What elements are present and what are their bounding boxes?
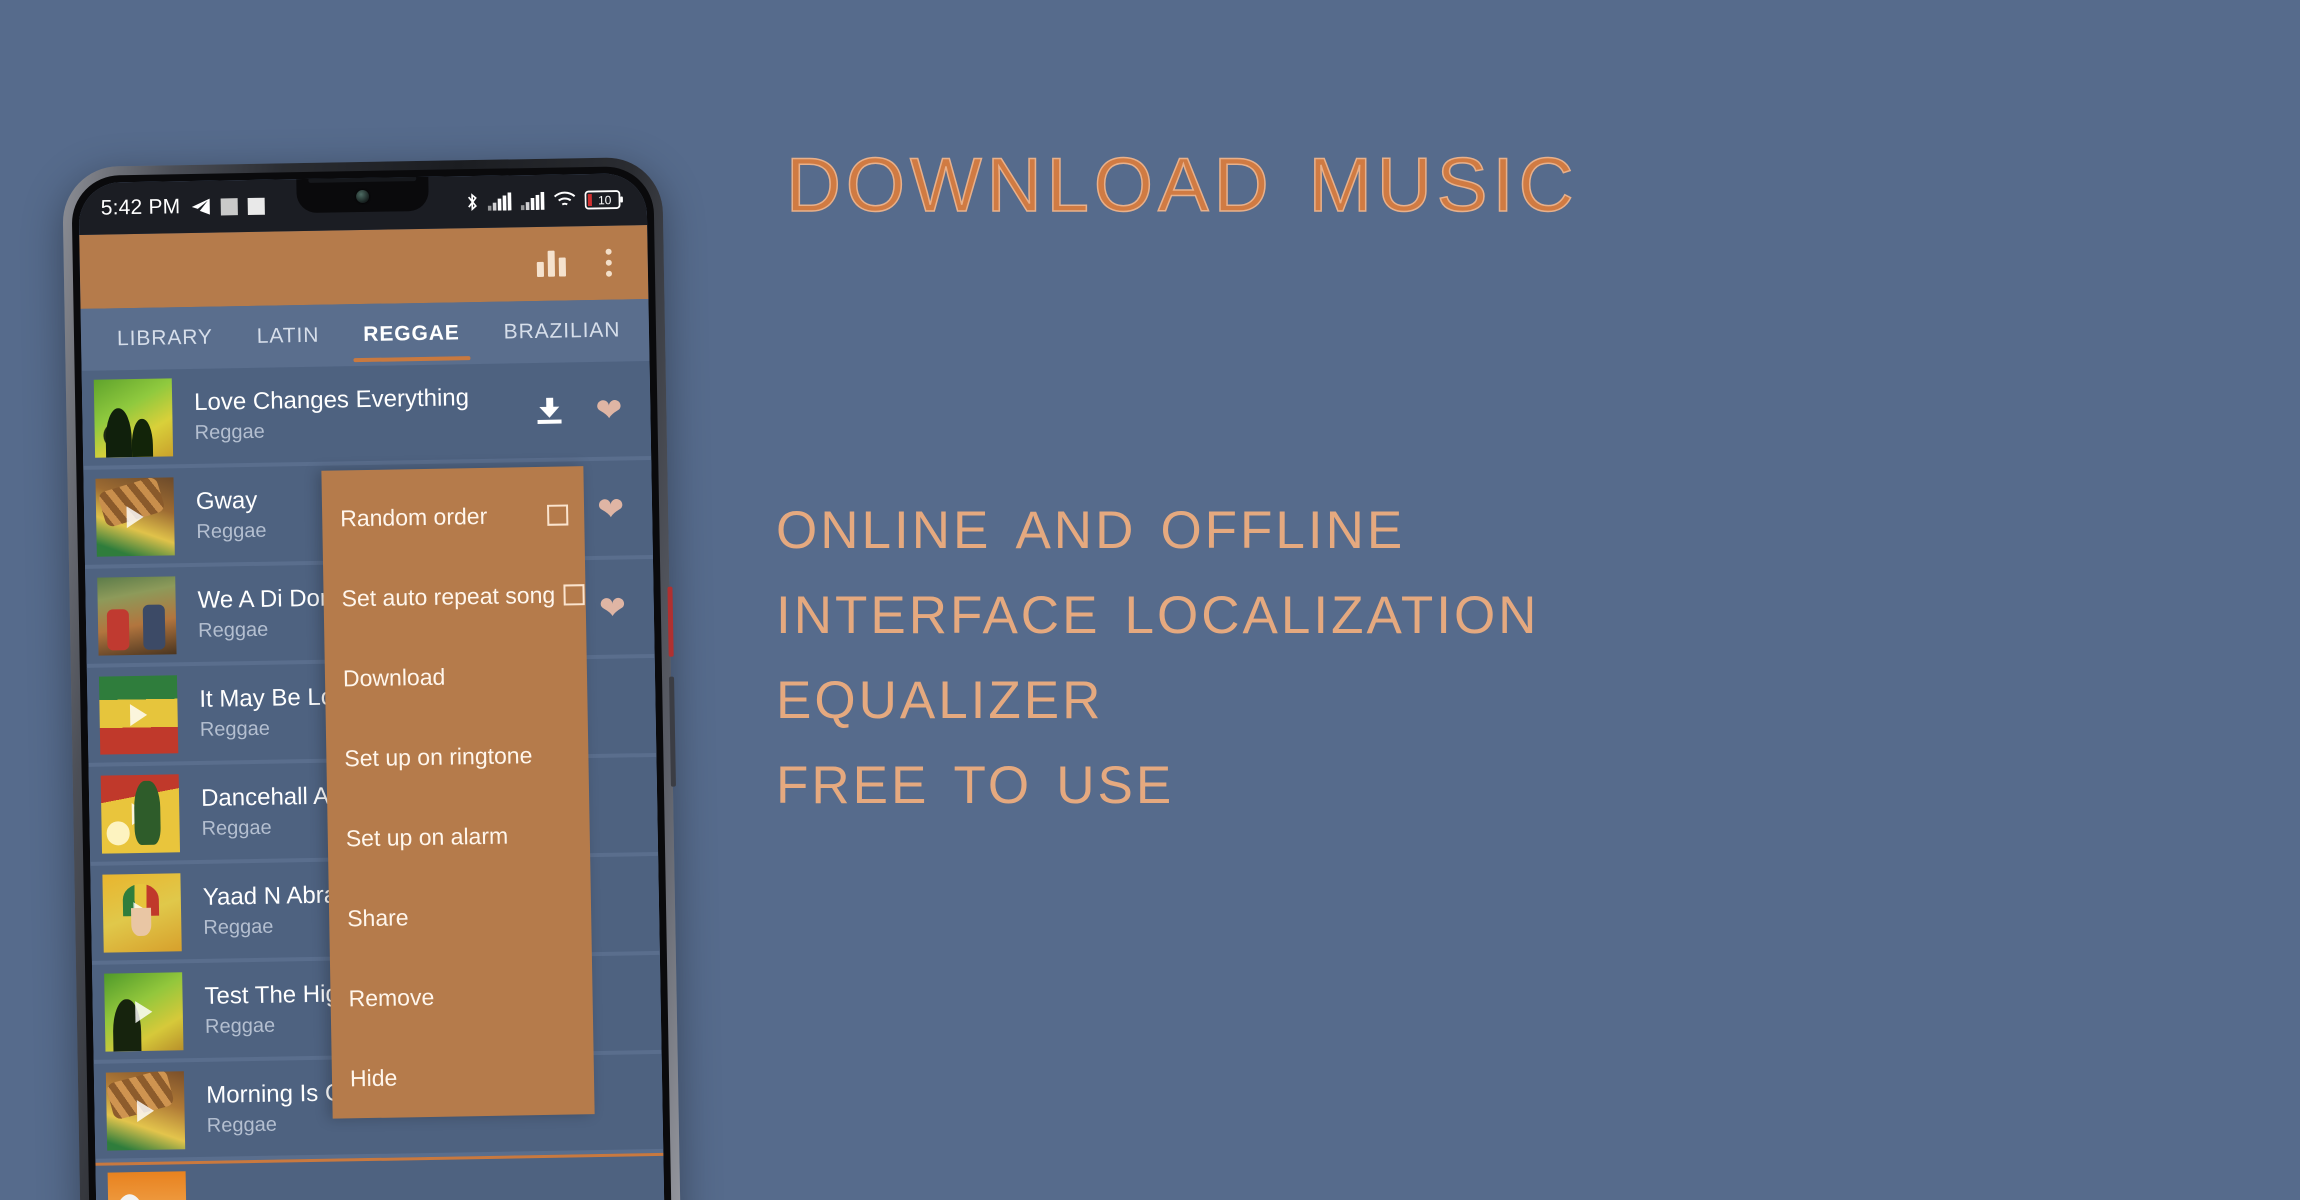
download-icon[interactable] xyxy=(537,397,562,424)
phone-screen: 5:42 PM 10 LIBRARY LATIN REGGAE BRAZILIA… xyxy=(78,173,666,1200)
feature-item-2: Equalizer xyxy=(776,650,1104,736)
song-title: Love Changes Everything xyxy=(193,383,470,416)
menu-item-label: Hide xyxy=(349,1064,398,1091)
power-button[interactable] xyxy=(667,586,674,657)
phone-mockup: 5:42 PM 10 LIBRARY LATIN REGGAE BRAZILIA… xyxy=(62,156,682,1200)
favorite-icon[interactable]: ❤ xyxy=(599,589,626,625)
tab-reggae[interactable]: REGGAE xyxy=(341,302,482,366)
table-row[interactable] xyxy=(95,1152,665,1200)
album-art xyxy=(95,476,175,557)
status-bar-right: 10 xyxy=(466,189,625,212)
signal-icon xyxy=(487,192,512,211)
favorite-icon[interactable]: ❤ xyxy=(595,391,622,427)
menu-item-label: Set up on alarm xyxy=(345,822,509,851)
signal-icon xyxy=(520,191,545,211)
page-title: Download Music xyxy=(785,113,1579,234)
album-art xyxy=(107,1171,187,1200)
equalizer-icon[interactable] xyxy=(536,250,567,277)
album-art xyxy=(93,377,174,458)
menu-item-set-auto-repeat-song[interactable]: Set auto repeat song xyxy=(323,554,586,639)
bluetooth-icon xyxy=(467,193,477,211)
play-icon xyxy=(133,901,151,924)
volume-button[interactable] xyxy=(669,676,676,787)
table-row[interactable]: Love Changes Everything Reggae ❤ xyxy=(81,361,652,466)
square-icon xyxy=(247,197,265,215)
album-art xyxy=(97,575,177,656)
menu-item-label: Set up on ringtone xyxy=(344,741,533,771)
play-icon xyxy=(129,703,148,726)
battery-icon: 10 xyxy=(584,190,623,210)
app-bar xyxy=(79,225,649,309)
tab-arabian[interactable]: ARABIAN xyxy=(642,299,650,361)
play-icon xyxy=(126,505,144,528)
menu-item-random-order[interactable]: Random order xyxy=(322,474,585,559)
play-icon xyxy=(135,1000,153,1023)
feature-item-3: Free to use xyxy=(776,735,1175,821)
album-art xyxy=(104,971,184,1052)
checkbox-icon[interactable] xyxy=(562,583,585,606)
tab-latin[interactable]: LATIN xyxy=(234,304,342,368)
menu-item-label: Download xyxy=(342,663,446,691)
battery-level: 10 xyxy=(598,193,612,207)
square-icon xyxy=(220,197,238,215)
promo-screenshot: Download Music Online and Offline Interf… xyxy=(0,0,2300,1200)
phone-bezel: 5:42 PM 10 LIBRARY LATIN REGGAE BRAZILIA… xyxy=(71,165,673,1200)
more-vertical-icon[interactable] xyxy=(599,245,618,281)
play-icon xyxy=(136,1099,155,1122)
status-bar-left: 5:42 PM xyxy=(101,194,265,221)
tab-library[interactable]: LIBRARY xyxy=(95,306,236,370)
menu-item-label: Set auto repeat song xyxy=(341,581,556,611)
album-art xyxy=(100,773,181,854)
menu-item-hide[interactable]: Hide xyxy=(331,1034,594,1119)
status-time: 5:42 PM xyxy=(100,195,181,220)
telegram-send-icon xyxy=(191,198,210,215)
genre-tab-bar[interactable]: LIBRARY LATIN REGGAE BRAZILIAN ARABIAN xyxy=(80,299,650,371)
album-art xyxy=(105,1070,186,1151)
promo-heading-block: Download Music xyxy=(785,113,2226,234)
menu-item-label: Share xyxy=(346,903,409,931)
checkbox-icon[interactable] xyxy=(547,503,569,526)
play-icon xyxy=(131,802,150,825)
menu-item-set-up-on-alarm[interactable]: Set up on alarm xyxy=(327,794,590,879)
feature-list: Online and Offline Interface Localizatio… xyxy=(776,480,2236,820)
wifi-icon xyxy=(553,191,576,206)
album-art xyxy=(102,872,182,953)
menu-item-label: Remove xyxy=(348,983,435,1011)
song-meta: Love Changes Everything Reggae xyxy=(194,382,538,444)
menu-item-download[interactable]: Download xyxy=(324,634,587,719)
song-genre: Reggae xyxy=(194,420,265,444)
song-actions: ❤ xyxy=(537,391,650,427)
tab-brazilian[interactable]: BRAZILIAN xyxy=(481,299,643,364)
album-art xyxy=(98,674,179,755)
menu-item-label: Random order xyxy=(339,502,488,531)
status-bar: 5:42 PM 10 xyxy=(78,173,648,235)
feature-item-0: Online and Offline xyxy=(776,480,1406,565)
phone-frame: 5:42 PM 10 LIBRARY LATIN REGGAE BRAZILIA… xyxy=(62,156,682,1200)
feature-item-1: Interface Localization xyxy=(776,565,1540,651)
menu-item-share[interactable]: Share xyxy=(329,874,592,959)
menu-item-remove[interactable]: Remove xyxy=(330,954,593,1039)
favorite-icon[interactable]: ❤ xyxy=(597,490,624,526)
menu-item-set-up-on-ringtone[interactable]: Set up on ringtone xyxy=(326,714,589,799)
context-menu[interactable]: Random order Set auto repeat song Downlo… xyxy=(321,466,595,1119)
